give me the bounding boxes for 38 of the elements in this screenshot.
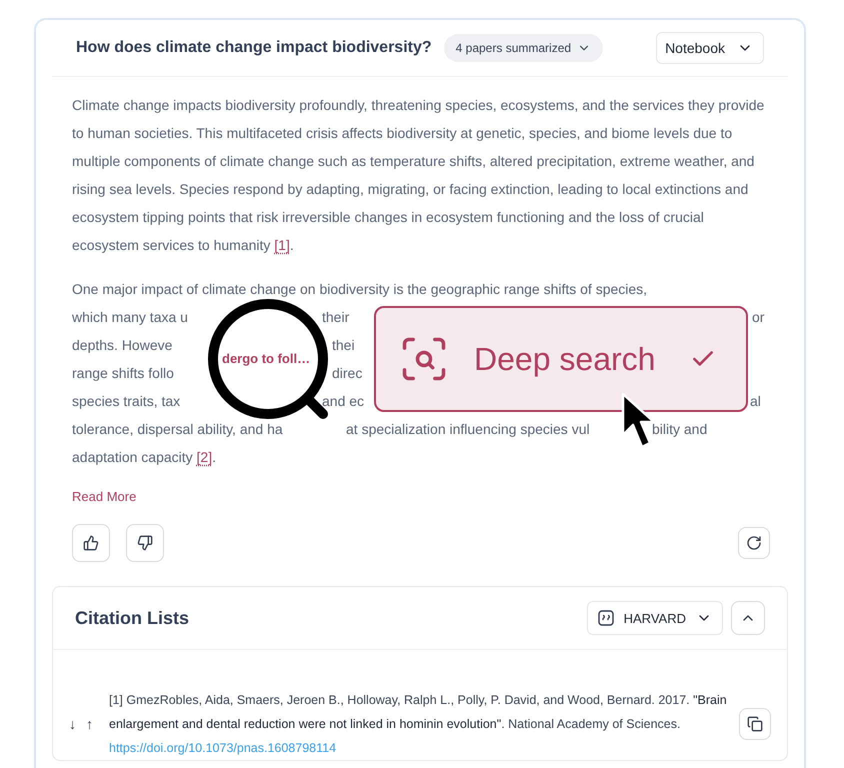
paragraph-text: depths. Howeve (72, 336, 172, 355)
thumbs-up-button[interactable] (72, 524, 110, 562)
paragraph-text: thei (332, 336, 355, 355)
paragraph-text: species traits, tax (72, 392, 180, 411)
citation-text: [1] GmezRobles, Aida, Smaers, Jeroen B., Holloway, Ralph L., Polly, P. David, and Wood, Bernard. 2017. "Brain enlargement and dental reduction were not linked in hominin evolution". National Academy of Sciences. https://doi.org/10.1073/pnas.1608798114 (109, 692, 728, 757)
thumbs-down-icon (137, 535, 153, 551)
paragraph-text: tolerance, dispersal ability, and ha (72, 420, 283, 439)
deep-search-option[interactable]: Deep search (374, 306, 748, 412)
copy-button[interactable] (739, 708, 771, 740)
question-title: How does climate change impact biodiversity? (76, 39, 432, 57)
paragraph-text: and ec (322, 392, 364, 411)
paragraph-text: adaptation capacity [2]. (72, 448, 216, 467)
refresh-icon (746, 535, 762, 551)
citation-link[interactable]: [2] (196, 449, 212, 465)
thumbs-down-button[interactable] (126, 524, 164, 562)
paragraph-text: their (322, 308, 350, 327)
paragraph-text: al (750, 392, 761, 411)
paragraph-text: at specialization influencing species vul (346, 420, 590, 439)
paragraph-text: bility and (652, 420, 708, 439)
refresh-button[interactable] (738, 527, 770, 559)
read-more-link[interactable]: Read More (72, 489, 136, 504)
paragraph-text: One major impact of climate change on biodiversity is the geographic range shifts of species, (72, 280, 648, 299)
citation-style-select[interactable]: HARVARD (586, 601, 723, 635)
citation-link[interactable]: [1] (274, 237, 290, 253)
magnified-text: dergo to foll… (222, 350, 310, 368)
quote-icon (598, 610, 614, 626)
paragraph-text: or (752, 308, 764, 327)
notebook-select[interactable]: Notebook (656, 32, 764, 64)
answer-paragraph: Climate change impacts biodiversity profoundly, threatening species, ecosystems, and the services they provide to human societies. This multifaceted crisis affects biodiversity at genetic, species, and biome levels due to multiple components of climate change such as temperature shifts, altered precipitation, extreme weather, and rising sea levels. Species respond by adapting, migrating, or facing extinction, leading to local extinctions and ecosystem tipping points that risk irreversible changes in ecosystem functioning and the loss of crucial ecosystem services to humanity [1]. (72, 96, 766, 255)
sort-down-arrow[interactable]: ↓ (69, 716, 76, 732)
citation-title: Citation Lists (75, 608, 190, 628)
copy-icon (747, 716, 763, 732)
sort-up-arrow[interactable]: ↑ (86, 716, 93, 732)
paragraph-text: direc (332, 364, 362, 383)
papers-chip[interactable]: 4 papers summarized (444, 34, 604, 62)
paragraph-text: which many taxa u (72, 308, 188, 327)
paragraph-text: range shifts follo (72, 364, 174, 383)
thumbs-up-icon (83, 535, 99, 551)
